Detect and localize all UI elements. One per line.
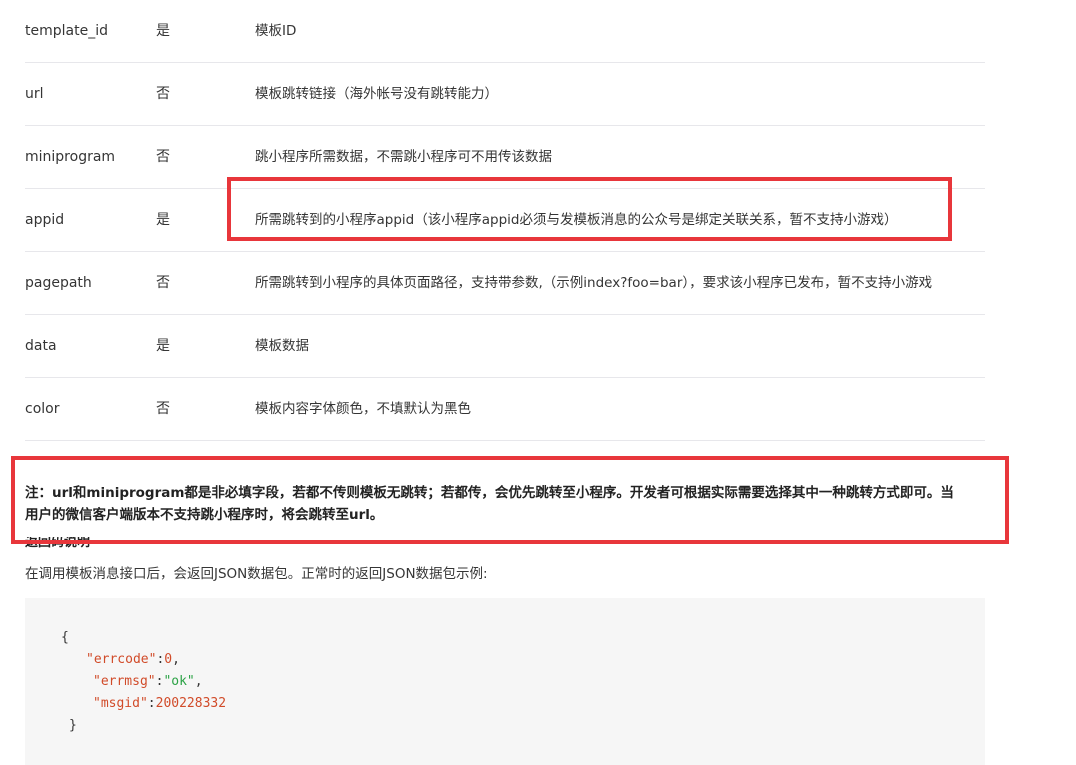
return-intro: 在调用模板消息接口后，会返回JSON数据包。正常时的返回JSON数据包示例: <box>25 566 488 582</box>
json-example-code-block: { "errcode":0, "errmsg":"ok", "msgid":20… <box>25 598 985 765</box>
param-description: 模板ID <box>255 23 297 39</box>
code-comma: , <box>194 674 203 689</box>
code-comma: , <box>172 652 180 667</box>
code-key: "errcode" <box>86 652 157 667</box>
param-description: 所需跳转到的小程序appid（该小程序appid必须与发模板消息的公众号是绑定关… <box>255 212 898 228</box>
jump-note: 注：url和miniprogram都是非必填字段，若都不传则模板无跳转；若都传，… <box>25 482 985 526</box>
param-description: 模板数据 <box>255 338 309 354</box>
code-key: "msgid" <box>93 696 148 711</box>
param-name: color <box>25 401 60 417</box>
param-required: 是 <box>156 212 170 228</box>
param-row-data: data 是 模板数据 <box>25 315 985 378</box>
code-line-msgid: "msgid":200228332 <box>93 693 226 715</box>
param-row-miniprogram: miniprogram 否 跳小程序所需数据，不需跳小程序可不用传该数据 <box>25 126 985 189</box>
param-row-url: url 否 模板跳转链接（海外帐号没有跳转能力） <box>25 63 985 126</box>
param-name: template_id <box>25 23 108 39</box>
param-name: pagepath <box>25 275 92 291</box>
param-row-pagepath: pagepath 否 所需跳转到小程序的具体页面路径，支持带参数,（示例inde… <box>25 252 985 315</box>
code-key: "errmsg" <box>93 674 156 689</box>
code-colon: : <box>147 696 156 711</box>
return-section-title: 返回码说明 <box>25 537 90 549</box>
param-name: url <box>25 86 44 102</box>
code-open-brace: { <box>61 630 69 645</box>
params-table: template_id 是 模板ID url 否 模板跳转链接（海外帐号没有跳转… <box>25 0 985 441</box>
param-name: appid <box>25 212 65 228</box>
api-doc-page: template_id 是 模板ID url 否 模板跳转链接（海外帐号没有跳转… <box>0 0 1076 765</box>
param-required: 否 <box>156 401 170 417</box>
note-line-1: 注：url和miniprogram都是非必填字段，若都不传则模板无跳转；若都传，… <box>25 485 954 501</box>
param-description: 所需跳转到小程序的具体页面路径，支持带参数,（示例index?foo=bar），… <box>255 275 933 291</box>
param-required: 是 <box>156 23 170 39</box>
param-required: 否 <box>156 149 170 165</box>
param-required: 否 <box>156 86 170 102</box>
code-close-brace: } <box>69 718 77 733</box>
code-line-errcode: "errcode":0, <box>86 649 180 671</box>
param-row-color: color 否 模板内容字体颜色，不填默认为黑色 <box>25 378 985 441</box>
param-name: data <box>25 338 57 354</box>
code-value: 200228332 <box>155 696 227 711</box>
param-required: 否 <box>156 275 170 291</box>
code-value: 0 <box>164 652 173 667</box>
param-required: 是 <box>156 338 170 354</box>
param-description: 跳小程序所需数据，不需跳小程序可不用传该数据 <box>255 149 552 165</box>
param-description: 模板跳转链接（海外帐号没有跳转能力） <box>255 86 498 102</box>
note-line-2: 用户的微信客户端版本不支持跳小程序时，将会跳转至url。 <box>25 507 384 523</box>
code-line-errmsg: "errmsg":"ok", <box>93 671 203 693</box>
return-section-title-text: 返回码说明 <box>25 537 91 549</box>
code-value: "ok" <box>163 674 195 689</box>
param-description: 模板内容字体颜色，不填默认为黑色 <box>255 401 471 417</box>
param-row-appid: appid 是 所需跳转到的小程序appid（该小程序appid必须与发模板消息… <box>25 189 985 252</box>
param-row-template-id: template_id 是 模板ID <box>25 0 985 63</box>
param-name: miniprogram <box>25 149 116 165</box>
